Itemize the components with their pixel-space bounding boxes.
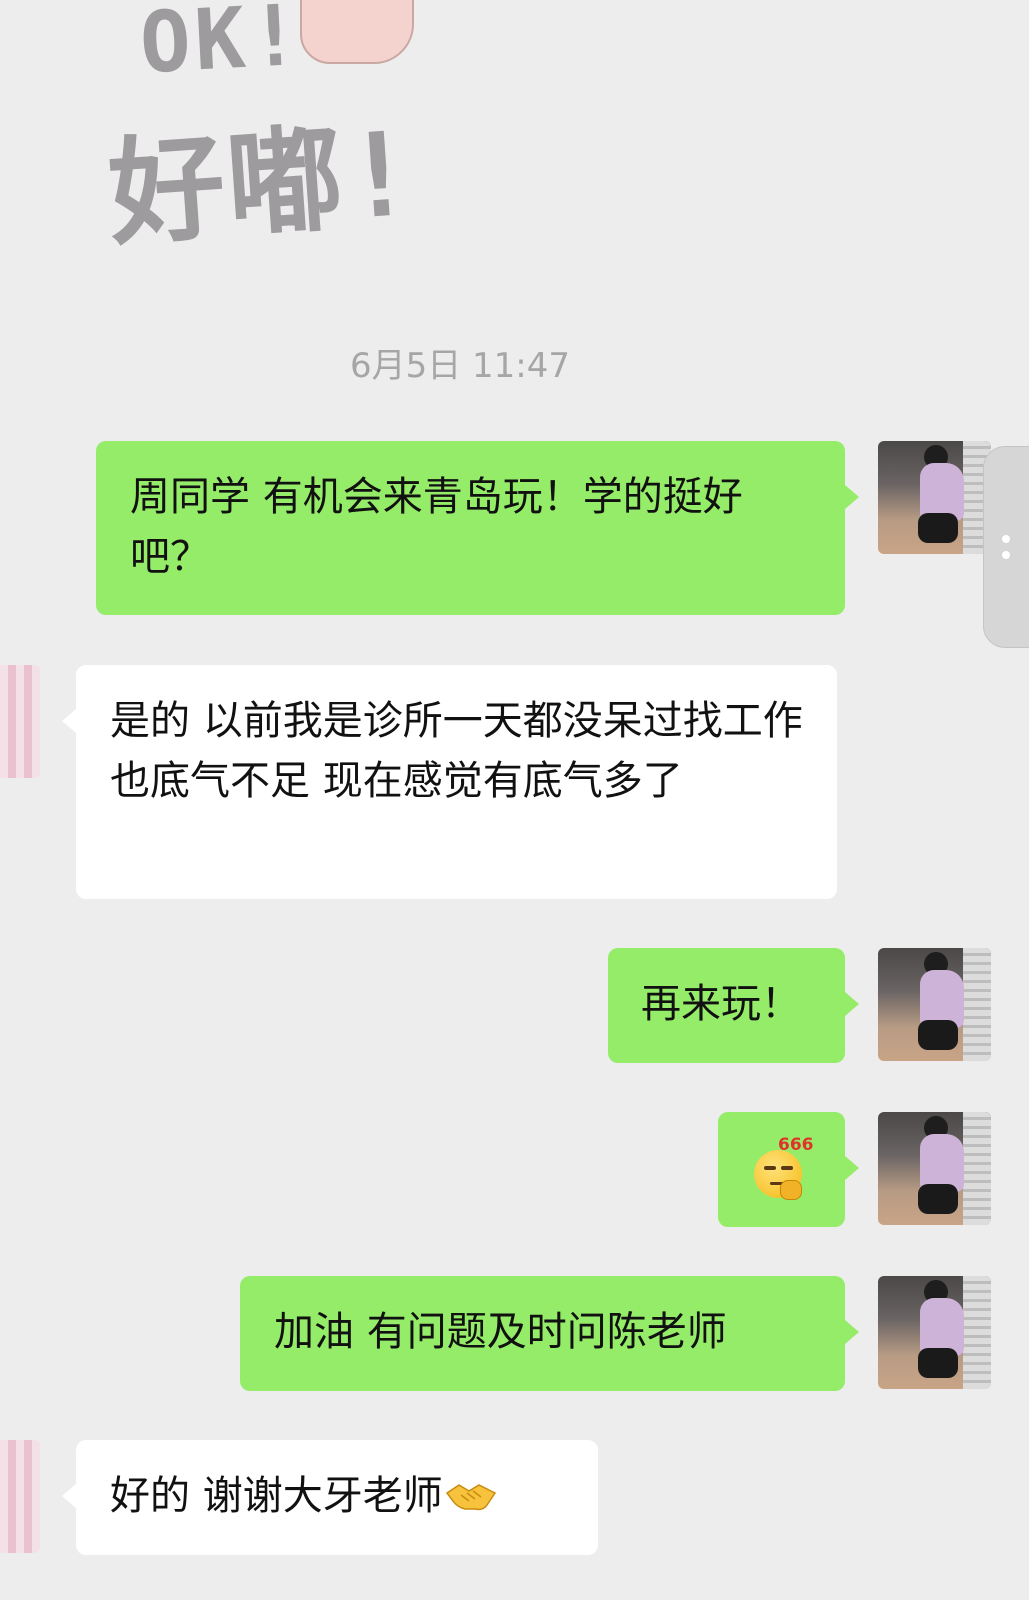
emoji-666-icon [754, 1150, 802, 1200]
message-bubble-incoming[interactable]: 好的 谢谢大牙老师 [62, 1440, 598, 1555]
self-avatar[interactable] [878, 1112, 991, 1225]
self-avatar[interactable] [878, 1276, 991, 1389]
floating-side-tab[interactable] [983, 446, 1029, 648]
contact-avatar[interactable] [0, 665, 40, 778]
message-bubble-outgoing[interactable]: 周同学 有机会来青岛玩！学的挺好吧？ [96, 441, 859, 615]
self-avatar[interactable] [878, 948, 991, 1061]
message-bubble-outgoing[interactable]: 加油 有问题及时问陈老师 [240, 1276, 859, 1391]
message-text: 是的 以前我是诊所一天都没呆过找工作也底气不足 现在感觉有底气多了 [110, 698, 803, 804]
message-bubble-incoming[interactable]: 是的 以前我是诊所一天都没呆过找工作也底气不足 现在感觉有底气多了 [62, 665, 837, 899]
sticker-text-ok: OK! [137, 0, 307, 93]
message-timestamp: 6月5日 11:47 [349, 346, 571, 386]
message-text: 加油 有问题及时问陈老师 [274, 1309, 727, 1355]
handshake-icon [445, 1484, 496, 1511]
contact-avatar[interactable] [0, 1440, 40, 1553]
message-text: 再来玩！ [641, 981, 801, 1027]
emoji-666-label: 666 [778, 1135, 814, 1155]
message-text: 好的 谢谢大牙老师 [110, 1473, 443, 1519]
sticker-hand-icon [300, 0, 414, 64]
sticker-text-haodu: 好嘟! [104, 106, 421, 263]
sticker-ok-haodu[interactable]: OK! 好嘟! [100, 0, 440, 263]
message-bubble-outgoing-emoji[interactable]: 666 [718, 1112, 859, 1227]
message-text: 周同学 有机会来青岛玩！学的挺好吧？ [130, 474, 743, 580]
message-bubble-outgoing[interactable]: 再来玩！ [608, 948, 859, 1063]
self-avatar[interactable] [878, 441, 991, 554]
